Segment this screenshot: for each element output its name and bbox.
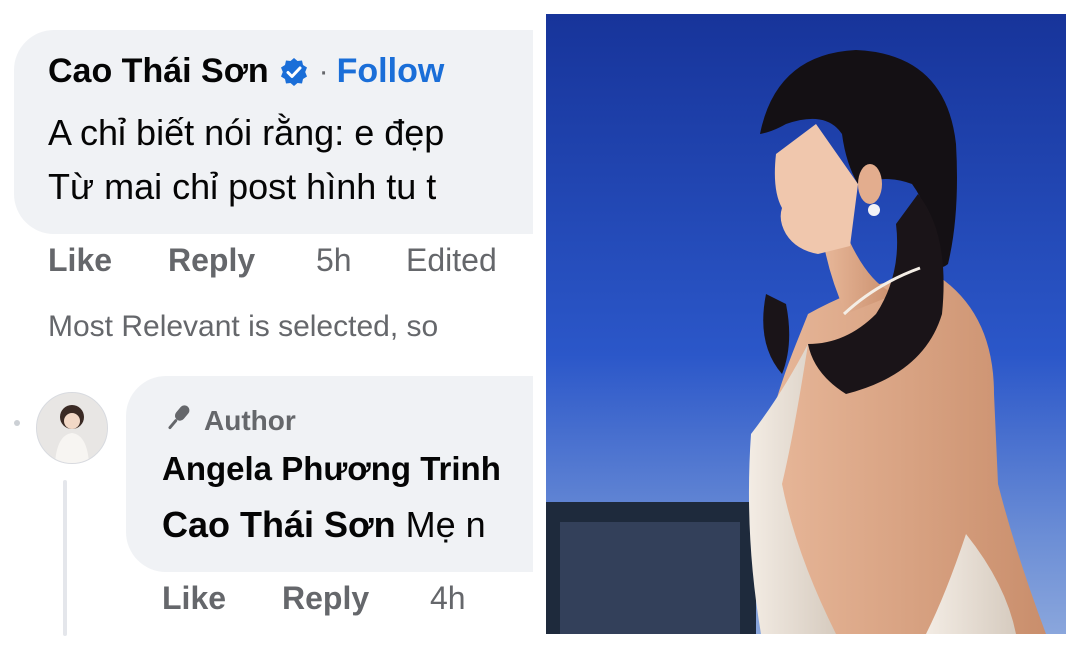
thread-connector-dot — [14, 420, 20, 426]
comment-thread-screenshot: Cao Thái Sơn · Follow A chỉ biết nói rằn… — [0, 0, 533, 648]
verified-badge-icon — [279, 57, 309, 87]
like-button[interactable]: Like — [48, 242, 168, 279]
reply-text: Cao Thái Sơn Mẹ n — [162, 504, 486, 546]
author-badge: Author — [160, 400, 296, 441]
like-button[interactable]: Like — [162, 580, 282, 617]
mention-link[interactable]: Cao Thái Sơn — [162, 504, 396, 545]
comment-text-line-2: Từ mai chỉ post hình tu t — [48, 166, 437, 207]
reply-timestamp[interactable]: 4h — [430, 580, 466, 617]
separator-dot: · — [318, 54, 329, 88]
reply-button[interactable]: Reply — [168, 242, 316, 279]
reply-actions: Like Reply 4h — [162, 580, 466, 617]
comment-author-name[interactable]: Cao Thái Sơn — [48, 52, 269, 91]
author-badge-label: Author — [204, 404, 296, 436]
follow-button[interactable]: Follow — [337, 52, 445, 91]
reply-button[interactable]: Reply — [282, 580, 430, 617]
microphone-icon — [160, 400, 196, 441]
comment-text-line-1: A chỉ biết nói rằng: e đẹp — [48, 112, 445, 153]
comment-actions: Like Reply 5h Edited — [48, 242, 497, 279]
comment-timestamp[interactable]: 5h — [316, 242, 406, 279]
avatar[interactable] — [36, 392, 108, 464]
thread-line — [63, 480, 67, 636]
reply-author-name[interactable]: Angela Phương Trinh — [162, 450, 501, 488]
comment-header: Cao Thái Sơn · Follow — [48, 52, 444, 91]
sort-notice[interactable]: Most Relevant is selected, so — [48, 310, 438, 344]
portrait-photo — [546, 14, 1066, 634]
edited-label[interactable]: Edited — [406, 242, 497, 279]
reply-body: Mẹ n — [405, 504, 486, 545]
